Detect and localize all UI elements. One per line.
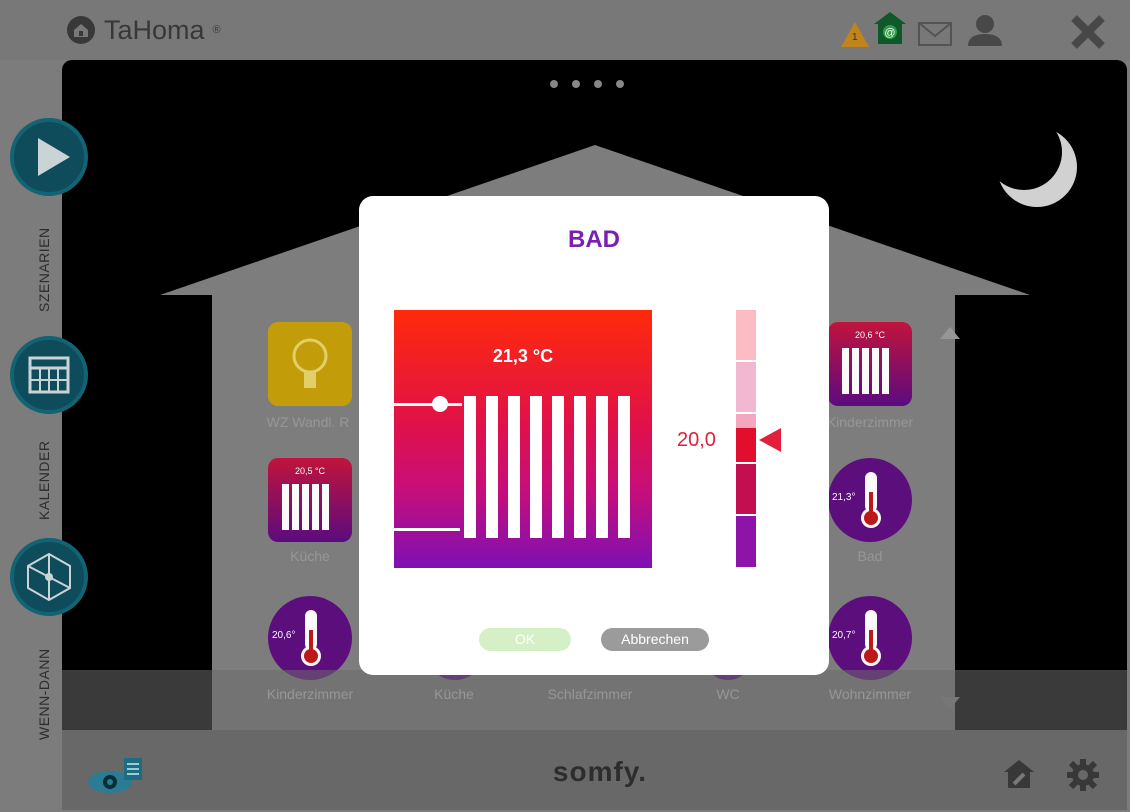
radiator-fin	[552, 396, 564, 538]
mail-icon[interactable]	[918, 22, 952, 46]
radiator-icon	[282, 484, 329, 530]
device-tile-thermometer[interactable]: 21,3°	[828, 458, 912, 542]
page-indicator[interactable]	[550, 80, 624, 88]
close-icon[interactable]	[1070, 14, 1106, 50]
radiator-fin	[596, 396, 608, 538]
device-label: Wohnzimmer	[828, 686, 912, 702]
house-logo-icon	[67, 16, 95, 44]
device-label: Kinderzimmer	[266, 686, 354, 702]
eye-list-icon[interactable]	[84, 756, 146, 796]
tile-value: 20,7°	[832, 630, 856, 641]
calendar-icon	[28, 356, 70, 394]
setpoint-pointer-icon[interactable]	[759, 428, 781, 457]
heater-display: 21,3 °C	[394, 310, 652, 568]
thermometer-icon	[301, 610, 321, 666]
scale-segment	[736, 516, 756, 567]
thermometer-icon	[861, 472, 881, 528]
somfy-logo: somfy.	[552, 756, 648, 787]
lightbulb-icon	[292, 338, 328, 388]
pipe-bottom	[394, 528, 460, 531]
thermometer-icon	[861, 610, 881, 666]
tile-value: 21,3°	[832, 492, 856, 503]
tile-value: 20,5 °C	[294, 466, 326, 476]
network-icon	[27, 552, 71, 602]
warning-count: 1	[852, 32, 858, 43]
cancel-button[interactable]: Abbrechen	[601, 628, 709, 651]
ok-button[interactable]: OK	[479, 628, 571, 651]
device-tile-heater[interactable]: 20,6 °C	[828, 322, 912, 406]
sidebar-label: WENN-DANN	[36, 648, 52, 740]
device-tile-light[interactable]	[268, 322, 352, 406]
brand-mark: ®	[212, 24, 221, 36]
current-temperature: 21,3 °C	[492, 346, 554, 366]
gear-icon[interactable]	[1066, 758, 1100, 792]
scale-segment	[736, 414, 756, 428]
device-label: Küche	[434, 686, 474, 702]
device-label: Schlafzimmer	[547, 686, 633, 702]
sidebar-item-wenn-dann[interactable]	[10, 538, 88, 616]
thermostat-dialog: BAD 21,3 °C 20,0 OK Abbrechen	[359, 196, 829, 675]
radiator-fin	[574, 396, 586, 538]
scroll-up-icon[interactable]	[940, 326, 960, 344]
home-internet-icon[interactable]: @	[872, 10, 908, 46]
sidebar-item-scenarios[interactable]	[10, 118, 88, 196]
radiator-icon	[842, 348, 889, 394]
sidebar-label: KALENDER	[36, 440, 52, 520]
device-label: Küche	[290, 548, 330, 564]
sidebar-label: SZENARIEN	[36, 227, 52, 312]
house-edit-icon[interactable]	[1002, 758, 1036, 790]
user-icon[interactable]	[966, 14, 1004, 46]
device-label: WC	[716, 686, 740, 702]
pipe-connector	[448, 403, 462, 406]
temperature-scale[interactable]	[736, 310, 756, 567]
app-logo: TaHoma ®	[66, 14, 221, 46]
device-tile-heater[interactable]: 20,5 °C	[268, 458, 352, 542]
radiator-fin	[508, 396, 520, 538]
play-icon	[38, 138, 70, 176]
radiator-fin	[618, 396, 630, 538]
radiator-fin	[530, 396, 542, 538]
sidebar-item-calendar[interactable]	[10, 336, 88, 414]
app-brand: TaHoma	[104, 14, 205, 45]
setpoint-value: 20,0	[677, 429, 716, 451]
warning-icon[interactable]: 1	[840, 20, 870, 48]
device-tile-thermometer[interactable]: 20,7°	[828, 596, 912, 680]
scale-segment	[736, 310, 756, 360]
scale-segment-active	[736, 428, 756, 462]
device-label: WZ Wandl. R	[266, 414, 350, 430]
tile-value: 20,6°	[272, 630, 296, 641]
valve-knob	[432, 396, 448, 412]
tile-value: 20,6 °C	[854, 330, 886, 340]
scale-segment	[736, 362, 756, 412]
svg-text:@: @	[884, 27, 895, 39]
radiator-fin	[464, 396, 476, 538]
radiator-fin	[486, 396, 498, 538]
dialog-title: BAD	[568, 226, 620, 253]
scroll-down-icon[interactable]	[940, 696, 960, 714]
scale-segment	[736, 464, 756, 514]
device-tile-thermometer[interactable]: 20,6°	[268, 596, 352, 680]
